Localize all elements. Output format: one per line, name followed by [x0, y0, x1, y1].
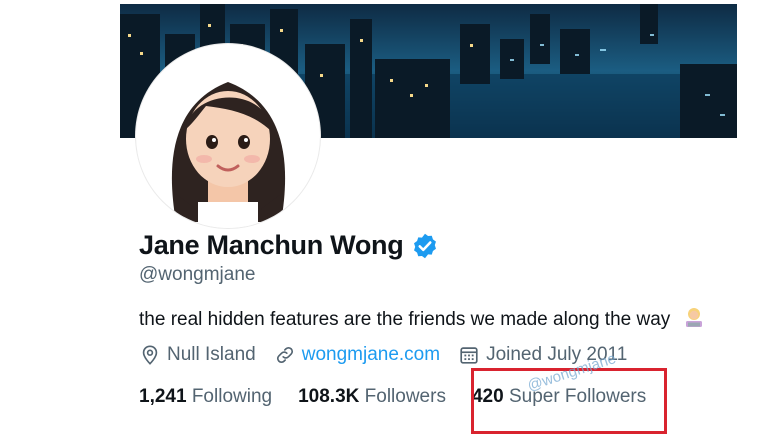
followers-stat[interactable]: 108.3K Followers	[298, 386, 446, 408]
followers-label: Followers	[364, 386, 446, 407]
profile-avatar[interactable]	[136, 44, 320, 228]
profile-meta-row: Null Island wongmjane.com Joined July 20…	[139, 344, 645, 366]
website-link[interactable]: wongmjane.com	[302, 344, 440, 366]
location-text: Null Island	[167, 344, 256, 365]
calendar-icon	[460, 347, 478, 364]
following-label: Following	[191, 386, 273, 407]
followers-count: 108.3K	[298, 386, 360, 407]
verified-badge-icon[interactable]	[411, 232, 439, 260]
location-pin-icon	[142, 345, 158, 365]
website-item[interactable]: wongmjane.com	[274, 344, 440, 366]
profile-name-row: Jane Manchun Wong	[139, 230, 439, 261]
profile-bio: the real hidden features are the friends…	[139, 305, 706, 335]
location-item: Null Island	[139, 344, 256, 366]
following-stat[interactable]: 1,241 Following	[139, 386, 272, 408]
following-count: 1,241	[139, 386, 187, 407]
person-technologist-emoji-icon	[682, 305, 706, 335]
profile-handle: @wongmjane	[139, 264, 256, 285]
profile-name: Jane Manchun Wong	[139, 230, 404, 260]
profile-bio-text: the real hidden features are the friends…	[139, 309, 671, 330]
link-icon	[276, 346, 293, 364]
